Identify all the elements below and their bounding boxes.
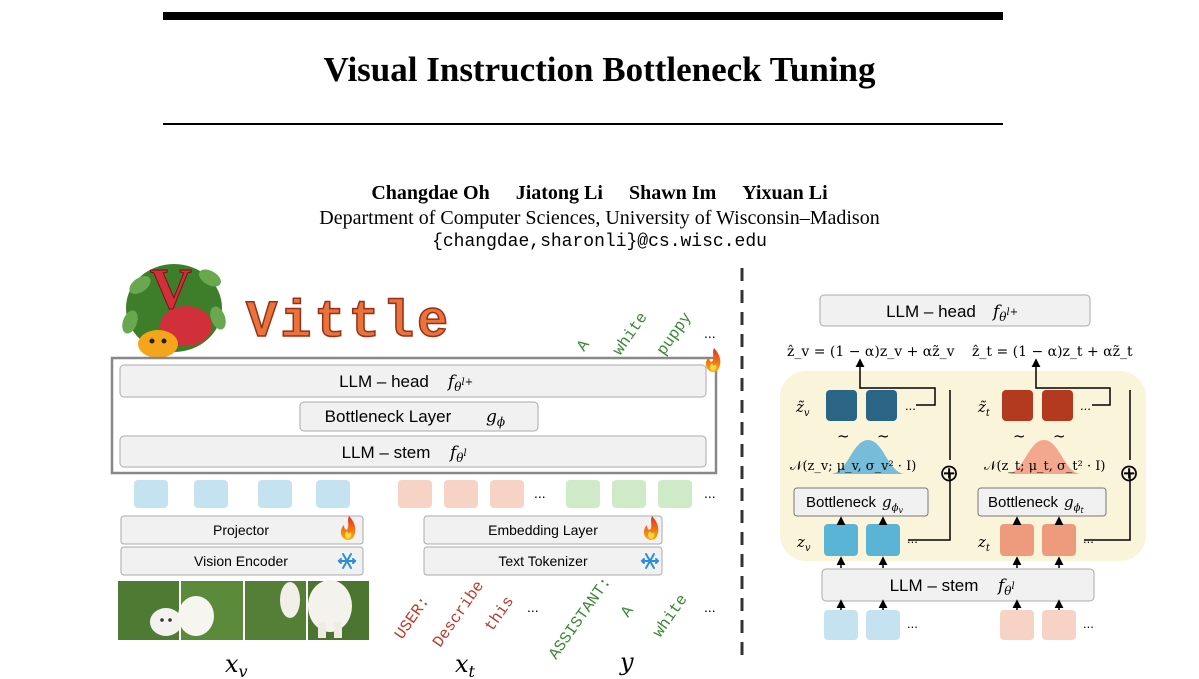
sampled-vision-token (826, 390, 857, 421)
projector-label: Projector (213, 522, 269, 538)
text-latent-token (1042, 524, 1076, 556)
plus-symbol: ⊕ (1119, 459, 1139, 487)
embedding-layer-label: Embedding Layer (488, 522, 598, 538)
bottleneck-vision-block: Bottleneck gϕv (793, 487, 929, 517)
gaussian-vision-label: 𝒩(z_v; μ_v, σ_v² · I) (790, 459, 916, 474)
tilde-symbol: ~ (1053, 427, 1066, 445)
projector-block: Projector (120, 515, 364, 545)
ellipsis: ... (1080, 398, 1091, 413)
sampled-text-token (1042, 390, 1073, 421)
text-token-row: ... ... (398, 480, 716, 508)
llm-stem-block: LLM – stem fθl (119, 435, 707, 468)
llm-head-block: LLM – head fθl+ (119, 364, 707, 398)
ellipsis: ... (527, 599, 539, 615)
input-token-user: this (481, 593, 518, 635)
ellipsis: ... (905, 398, 916, 413)
plus-symbol: ⊕ (939, 459, 959, 487)
right-llm-head-block: LLM – head fθl+ (819, 294, 1091, 327)
bottleneck-text-block: Bottleneck gϕt (977, 487, 1107, 517)
text-tokenizer-label: Text Tokenizer (498, 553, 588, 569)
right-llm-head-label: LLM – head (886, 302, 976, 321)
sampled-text-token (1002, 390, 1033, 421)
image-patches (118, 580, 369, 640)
update-equation-vision: ẑ_v = (1 − α)z_v + αz̃_v (787, 344, 955, 360)
ellipsis: ... (1083, 616, 1094, 631)
vittle-mascot: V (122, 256, 226, 358)
ellipsis: ... (704, 325, 716, 341)
text-latent-token (1000, 524, 1034, 556)
label-xt: xt (455, 650, 476, 679)
logo-wordmark: Vittle (246, 293, 451, 352)
vision-latent-token (824, 524, 858, 556)
ellipsis: ... (1083, 531, 1094, 546)
ellipsis: ... (534, 485, 546, 501)
ellipsis: ... (907, 616, 918, 631)
sampled-vision-token (866, 390, 897, 421)
bottleneck-layer-block: Bottleneck Layer gϕ (299, 401, 539, 432)
right-input-tokens (824, 599, 1076, 640)
input-token-assistant: white (649, 591, 691, 641)
input-token-assistant: A (617, 602, 637, 621)
vision-encoder-block: Vision Encoder (120, 546, 364, 576)
bottleneck-layer-label: Bottleneck Layer (325, 407, 452, 426)
tilde-symbol: ~ (837, 427, 850, 445)
output-token: puppy (653, 309, 696, 359)
update-equation-text: ẑ_t = (1 − α)z_t + αz̃_t (972, 344, 1133, 360)
llm-head-label: LLM – head (339, 372, 429, 391)
vision-latent-token (866, 524, 900, 556)
ellipsis: ... (704, 599, 716, 615)
gaussian-text-label: 𝒩(z_t; μ_t, σ_t² · I) (984, 459, 1105, 474)
right-llm-stem-block: LLM – stem fθl (821, 568, 1095, 602)
vision-token-row (134, 480, 350, 508)
llm-stem-label: LLM – stem (342, 443, 431, 462)
right-llm-stem-label: LLM – stem (890, 576, 979, 595)
text-tokenizer-block: Text Tokenizer (423, 546, 663, 576)
bottleneck-text-label: Bottleneck (988, 494, 1059, 511)
output-token: white (609, 309, 651, 359)
ellipsis: ... (704, 485, 716, 501)
input-token-user: USER: (391, 593, 433, 643)
embedding-layer-block: Embedding Layer (423, 515, 663, 545)
tilde-symbol: ~ (877, 427, 890, 445)
tilde-symbol: ~ (1013, 427, 1026, 445)
figure: V Vittle LLM – head fθl+ Bottleneck Laye… (110, 256, 1146, 679)
input-token-assistant: ASSISTANT: (545, 574, 615, 663)
label-y: y (619, 648, 634, 676)
bottleneck-vision-label: Bottleneck (806, 494, 877, 511)
logo-letter: V (150, 256, 192, 321)
vision-encoder-label: Vision Encoder (194, 553, 288, 569)
input-token-user: Describe (429, 578, 488, 651)
fire-icon (705, 348, 721, 372)
label-xv: xv (225, 650, 248, 679)
ellipsis: ... (907, 531, 918, 546)
output-token: A (573, 336, 593, 355)
